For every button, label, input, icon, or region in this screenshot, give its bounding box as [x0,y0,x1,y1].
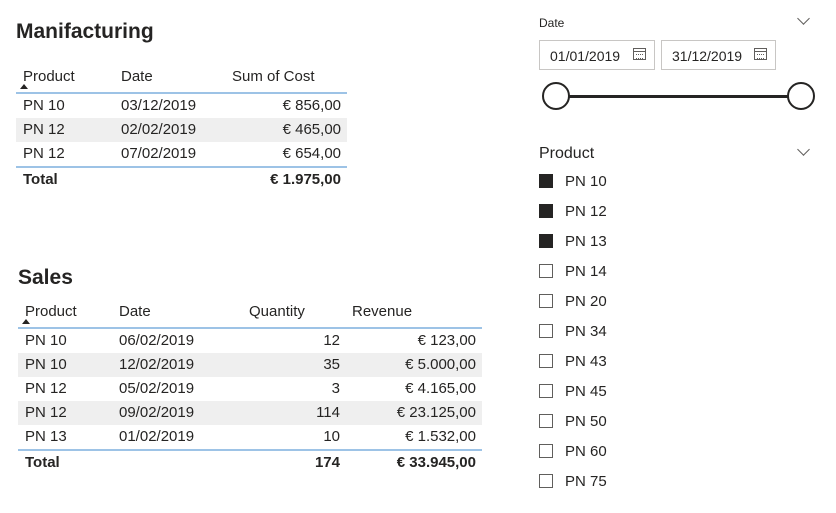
cell-cost: € 465,00 [282,121,341,138]
end-date-value: 31/12/2019 [672,48,743,64]
cell-revenue: € 5.000,00 [405,356,476,373]
cell-date: 05/02/2019 [119,380,195,397]
chevron-down-icon[interactable] [797,12,810,25]
cell-product: PN 12 [25,404,67,421]
chevron-down-icon[interactable] [797,143,810,156]
total-label: Total [23,171,58,188]
total-quantity: 174 [314,454,340,471]
slicer-item-label: PN 13 [565,233,607,250]
cell-product: PN 10 [23,97,65,114]
slicer-item-label: PN 75 [565,473,607,490]
slicer-item-label: PN 60 [565,443,607,460]
calendar-icon[interactable] [633,48,646,60]
table-row[interactable]: PN 12 05/02/2019 3 € 4.165,00 [18,377,482,401]
cell-revenue: € 4.165,00 [405,380,476,397]
sort-ascending-icon [22,319,30,324]
cell-quantity: 3 [331,380,340,397]
sales-table[interactable]: Product Date Quantity Revenue PN 10 06/0… [18,297,482,475]
slicer-item-label: PN 45 [565,383,607,400]
column-header-date[interactable]: Date [119,303,151,320]
slicer-item-label: PN 10 [565,173,607,190]
column-header-product[interactable]: Product [25,303,77,320]
table-row[interactable]: PN 10 12/02/2019 35 € 5.000,00 [18,353,482,377]
cell-cost: € 856,00 [282,97,341,114]
slicer-item-label: PN 34 [565,323,607,340]
checkbox[interactable] [539,414,553,428]
cell-date: 12/02/2019 [119,356,195,373]
slicer-item-label: PN 12 [565,203,607,220]
slicer-item-label: PN 20 [565,293,607,310]
cell-quantity: 114 [316,404,340,421]
calendar-icon[interactable] [754,48,767,60]
checkbox[interactable] [539,234,553,248]
total-revenue: € 33.945,00 [396,454,476,471]
cell-quantity: 35 [323,356,340,373]
sales-title: Sales [18,266,73,289]
checkbox[interactable] [539,444,553,458]
cell-date: 01/02/2019 [119,428,195,445]
cell-product: PN 12 [23,121,65,138]
manufacturing-table[interactable]: Product Date Sum of Cost PN 10 03/12/201… [16,62,347,192]
cell-product: PN 10 [25,356,67,373]
column-header-date[interactable]: Date [121,68,153,85]
checkbox[interactable] [539,474,553,488]
table-row[interactable]: PN 12 02/02/2019 € 465,00 [16,118,347,142]
checkbox[interactable] [539,324,553,338]
cell-cost: € 654,00 [282,145,341,162]
start-date-input[interactable]: 01/01/2019 [539,40,655,70]
sort-ascending-icon [20,84,28,89]
cell-product: PN 13 [25,428,67,445]
date-range-track[interactable] [556,95,801,98]
checkbox[interactable] [539,204,553,218]
column-header-product[interactable]: Product [23,68,75,85]
cell-revenue: € 1.532,00 [405,428,476,445]
slicer-item-label: PN 50 [565,413,607,430]
cell-date: 02/02/2019 [121,121,197,138]
checkbox[interactable] [539,354,553,368]
cell-date: 09/02/2019 [119,404,195,421]
slicer-item-label: PN 14 [565,263,607,280]
checkbox[interactable] [539,264,553,278]
date-slicer-title: Date [539,16,565,30]
cell-date: 07/02/2019 [121,145,197,162]
checkbox[interactable] [539,174,553,188]
cell-product: PN 12 [23,145,65,162]
start-date-handle[interactable] [542,82,570,110]
cell-quantity: 12 [323,332,340,349]
cell-date: 03/12/2019 [121,97,197,114]
report-canvas: Manifacturing Product Date Sum of Cost P… [0,0,836,513]
column-header-quantity[interactable]: Quantity [249,303,305,320]
manufacturing-title: Manifacturing [16,20,154,43]
table-row[interactable]: PN 10 06/02/2019 12 € 123,00 [18,329,482,353]
column-header-revenue[interactable]: Revenue [352,303,412,320]
cell-quantity: 10 [323,428,340,445]
total-row: Total € 1.975,00 [16,166,347,192]
table-row[interactable]: PN 10 03/12/2019 € 856,00 [16,94,347,118]
cell-date: 06/02/2019 [119,332,195,349]
checkbox[interactable] [539,294,553,308]
slicer-item-label: PN 43 [565,353,607,370]
total-label: Total [25,454,60,471]
cell-revenue: € 123,00 [417,332,476,349]
column-header-sum-of-cost[interactable]: Sum of Cost [232,68,315,85]
cell-revenue: € 23.125,00 [396,404,476,421]
table-row[interactable]: PN 13 01/02/2019 10 € 1.532,00 [18,425,482,449]
total-row: Total 174 € 33.945,00 [18,449,482,475]
table-header: Product Date Quantity Revenue [18,297,482,329]
end-date-input[interactable]: 31/12/2019 [661,40,776,70]
total-cost: € 1.975,00 [270,171,341,188]
table-row[interactable]: PN 12 09/02/2019 114 € 23.125,00 [18,401,482,425]
checkbox[interactable] [539,384,553,398]
table-row[interactable]: PN 12 07/02/2019 € 654,00 [16,142,347,166]
product-slicer-title: Product [539,145,595,162]
cell-product: PN 12 [25,380,67,397]
start-date-value: 01/01/2019 [550,48,621,64]
end-date-handle[interactable] [787,82,815,110]
table-header: Product Date Sum of Cost [16,62,347,94]
cell-product: PN 10 [25,332,67,349]
